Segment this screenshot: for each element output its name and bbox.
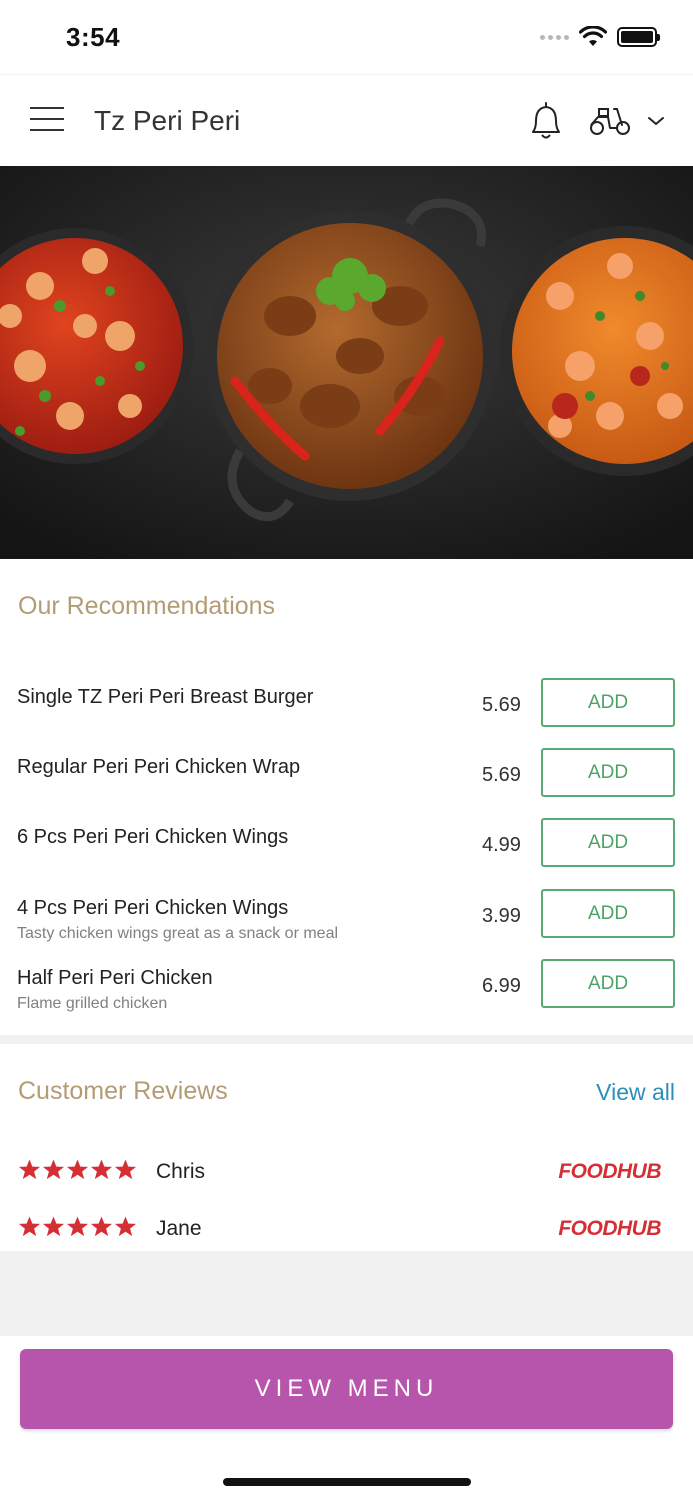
review-row: Jane FOODHUB	[0, 1211, 693, 1251]
reviewer-name: Jane	[156, 1217, 202, 1240]
list-item: Half Peri Peri Chicken Flame grilled chi…	[0, 959, 693, 1023]
star-icon	[66, 1216, 89, 1237]
hero-image	[0, 166, 693, 559]
item-description: Flame grilled chicken	[17, 995, 168, 1012]
star-icon	[90, 1216, 113, 1237]
bottom-bar: VIEW MENU	[0, 1336, 693, 1500]
app-header: Tz Peri Peri	[0, 74, 693, 166]
bell-icon[interactable]	[526, 99, 566, 143]
star-rating	[18, 1215, 137, 1238]
status-bar: 3:54	[0, 0, 693, 70]
page-title: Tz Peri Peri	[94, 105, 241, 136]
scooter-icon[interactable]	[588, 103, 632, 139]
status-icons	[540, 26, 660, 48]
item-price: 6.99	[482, 975, 521, 997]
star-icon	[42, 1216, 65, 1237]
signal-icon	[540, 34, 569, 40]
list-item: Single TZ Peri Peri Breast Burger 5.69 A…	[0, 678, 693, 742]
item-name: 6 Pcs Peri Peri Chicken Wings	[17, 826, 289, 848]
add-button[interactable]: ADD	[541, 818, 675, 867]
star-icon	[66, 1159, 89, 1180]
add-button[interactable]: ADD	[541, 889, 675, 938]
item-name: 4 Pcs Peri Peri Chicken Wings	[17, 897, 289, 919]
star-icon	[18, 1159, 41, 1180]
spacer	[0, 1251, 693, 1336]
item-price: 5.69	[482, 764, 521, 786]
item-price: 3.99	[482, 905, 521, 927]
foodhub-logo: FOODHUB	[558, 1160, 661, 1183]
wifi-icon	[579, 26, 607, 46]
reviews-title: Customer Reviews	[18, 1077, 228, 1105]
view-all-link[interactable]: View all	[596, 1079, 675, 1106]
view-menu-button[interactable]: VIEW MENU	[20, 1349, 673, 1429]
list-item: 4 Pcs Peri Peri Chicken Wings Tasty chic…	[0, 889, 693, 953]
star-rating	[18, 1158, 137, 1181]
item-price: 5.69	[482, 694, 521, 716]
review-row: Chris FOODHUB	[0, 1154, 693, 1194]
star-icon	[114, 1159, 137, 1180]
item-price: 4.99	[482, 834, 521, 856]
list-item: Regular Peri Peri Chicken Wrap 5.69 ADD	[0, 748, 693, 812]
battery-icon	[617, 27, 660, 47]
star-icon	[90, 1159, 113, 1180]
chevron-down-icon[interactable]	[645, 113, 667, 129]
recommendations-title: Our Recommendations	[18, 592, 276, 620]
foodhub-logo: FOODHUB	[558, 1217, 661, 1240]
add-button[interactable]: ADD	[541, 748, 675, 797]
menu-icon[interactable]	[30, 107, 64, 133]
section-divider	[0, 1035, 693, 1044]
star-icon	[114, 1216, 137, 1237]
home-indicator	[223, 1478, 471, 1486]
curry-dishes-photo	[0, 166, 693, 559]
recommendations-section: Our Recommendations Single TZ Peri Peri …	[0, 559, 693, 1035]
reviews-section: Customer Reviews View all Chris FOODHUB …	[0, 1044, 693, 1251]
add-button[interactable]: ADD	[541, 959, 675, 1008]
reviewer-name: Chris	[156, 1160, 206, 1183]
status-time: 3:54	[66, 22, 121, 52]
list-item: 6 Pcs Peri Peri Chicken Wings 4.99 ADD	[0, 818, 693, 882]
star-icon	[42, 1159, 65, 1180]
item-description: Tasty chicken wings great as a snack or …	[17, 925, 339, 942]
item-name: Regular Peri Peri Chicken Wrap	[17, 756, 301, 778]
add-button[interactable]: ADD	[541, 678, 675, 727]
item-name: Half Peri Peri Chicken	[17, 967, 213, 989]
item-name: Single TZ Peri Peri Breast Burger	[17, 686, 314, 708]
star-icon	[18, 1216, 41, 1237]
